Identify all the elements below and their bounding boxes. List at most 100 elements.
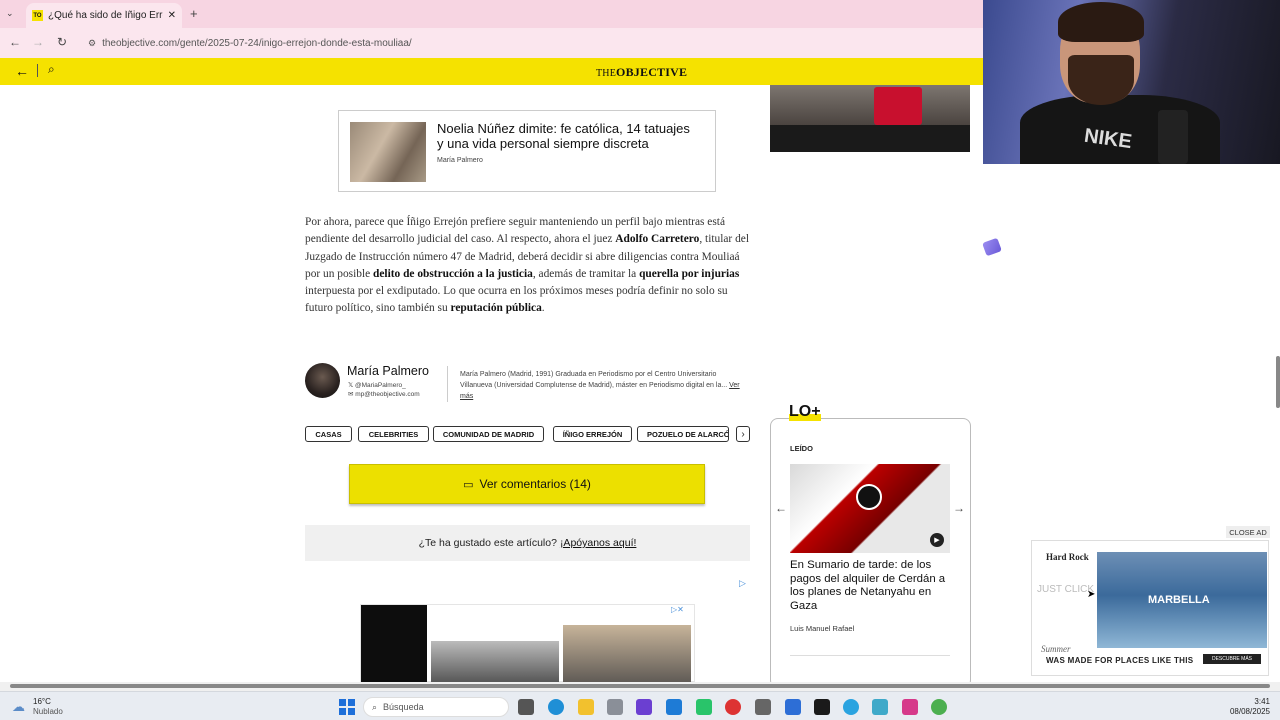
logo-main: OBJECTIVE: [616, 65, 688, 79]
back-icon[interactable]: ←: [6, 35, 24, 49]
tag-casas[interactable]: CASAS: [305, 426, 352, 442]
tab-list-icon[interactable]: ⌄: [6, 8, 14, 19]
taskbar-search-icon: ⌕: [372, 701, 378, 712]
carousel-prev-icon[interactable]: ←: [775, 501, 787, 515]
tag-pozuelo-de-alarcon[interactable]: POZUELO DE ALARCÓN: [637, 426, 729, 442]
capcut-icon[interactable]: [814, 699, 830, 715]
browser-tab[interactable]: TO ¿Qué ha sido de Íñigo Errejón d ✕: [26, 3, 182, 28]
video-ad-frame: [770, 85, 970, 125]
weather-cloud-icon[interactable]: ☁: [12, 699, 25, 715]
most-read-article-title[interactable]: En Sumario de tarde: de los pagos del al…: [790, 559, 950, 613]
adchoices-icon[interactable]: ▷: [739, 578, 746, 589]
author-name[interactable]: María Palmero: [347, 364, 429, 378]
video-ad-product: [874, 87, 922, 125]
ad-black-panel: [361, 605, 427, 683]
webcam-person-beard: [1068, 55, 1134, 105]
tab-close-icon[interactable]: ✕: [168, 10, 176, 21]
author-bio: María Palmero (Madrid, 1991) Graduada en…: [460, 369, 745, 402]
ad-close-icon[interactable]: ▷✕: [671, 605, 684, 614]
site-logo[interactable]: THEOBJECTIVE: [596, 65, 687, 80]
most-read-divider: [790, 655, 950, 656]
task-view-icon[interactable]: [518, 699, 534, 715]
edge-icon[interactable]: [548, 699, 564, 715]
side-ad-city: MARBELLA: [1148, 594, 1210, 606]
start-menu-icon[interactable]: [339, 699, 355, 715]
related-article-image[interactable]: [350, 122, 426, 182]
weather-description[interactable]: Nublado: [33, 707, 63, 716]
site-favicon-icon: TO: [32, 10, 43, 21]
site-info-icon[interactable]: ⚙: [88, 38, 96, 49]
file-explorer-icon[interactable]: [578, 699, 594, 715]
reload-icon[interactable]: ↻: [53, 35, 71, 49]
close-ad-button[interactable]: CLOSE AD: [1226, 526, 1270, 538]
new-tab-button[interactable]: +: [190, 6, 198, 21]
play-icon[interactable]: ▶: [930, 533, 944, 547]
tags-next-icon[interactable]: ›: [736, 426, 750, 442]
clock-date[interactable]: 08/08/2025: [1220, 707, 1270, 716]
support-banner: ¿Te ha gustado este artículo? ¡Apóyanos …: [305, 525, 750, 561]
tag-celebrities[interactable]: CELEBRITIES: [358, 426, 429, 442]
most-read-article-image[interactable]: ▶: [790, 464, 950, 553]
email-text: mp@theobjective.com: [355, 391, 420, 398]
author-avatar[interactable]: [305, 363, 340, 398]
comment-icon: ▭: [463, 478, 474, 491]
most-read-tab[interactable]: LEÍDO: [790, 444, 813, 453]
store-icon[interactable]: [666, 699, 682, 715]
url-text: theobjective.com/gente/2025-07-24/inigo-…: [102, 37, 412, 49]
telegram-icon[interactable]: [843, 699, 859, 715]
article-bold: reputación pública: [450, 302, 542, 315]
article-text: , además de tramitar la: [532, 267, 640, 280]
app-icon[interactable]: [872, 699, 888, 715]
address-bar[interactable]: ⚙ theobjective.com/gente/2025-07-24/inig…: [80, 33, 980, 53]
chrome-icon[interactable]: [725, 699, 741, 715]
tag-comunidad-de-madrid[interactable]: COMUNIDAD DE MADRID: [433, 426, 544, 442]
tab-title: ¿Qué ha sido de Íñigo Errejón d: [48, 10, 163, 21]
article-bold: Adolfo Carretero: [615, 233, 700, 246]
rtve-icon[interactable]: [785, 699, 801, 715]
view-comments-button[interactable]: ▭ Ver comentarios (14): [349, 464, 705, 504]
podcast-logo-icon: [856, 484, 882, 510]
support-question: ¿Te ha gustado este artículo?: [418, 537, 557, 549]
side-ad-cta[interactable]: DESCUBRE MÁS: [1203, 654, 1261, 664]
related-article-author: María Palmero: [437, 157, 483, 164]
weather-temperature[interactable]: 16°C: [33, 697, 51, 706]
tag-inigo-errejon[interactable]: ÍÑIGO ERREJÓN: [553, 426, 632, 442]
forward-icon[interactable]: →: [29, 35, 47, 49]
article-bold: querella por injurias: [639, 267, 740, 280]
most-read-box: [770, 418, 971, 688]
most-read-title: LO+: [789, 403, 821, 421]
site-back-icon[interactable]: ←: [15, 63, 29, 79]
taskbar-search[interactable]: ⌕ Búsqueda: [363, 697, 509, 717]
site-search-icon[interactable]: ⌕: [48, 62, 55, 77]
webcam-person-hair: [1058, 2, 1144, 42]
author-bio-text: María Palmero (Madrid, 1991) Graduada en…: [460, 371, 728, 389]
view-comments-label: Ver comentarios (14): [479, 477, 591, 491]
horizontal-scrollbar-thumb[interactable]: [10, 684, 1270, 688]
bottom-ad[interactable]: ▷✕: [360, 604, 695, 683]
header-divider: [37, 64, 38, 77]
app-icon[interactable]: [755, 699, 771, 715]
article-text: .: [541, 302, 545, 315]
author-x-handle[interactable]: 𝕏 @MariaPalmero_: [348, 381, 406, 389]
app-icon[interactable]: [636, 699, 652, 715]
browser-extension-icon[interactable]: [982, 237, 1002, 257]
chrome-active-icon[interactable]: [931, 699, 947, 715]
instagram-icon[interactable]: [902, 699, 918, 715]
related-article-card[interactable]: Noelia Núñez dimite: fe católica, 14 tat…: [338, 110, 716, 192]
side-ad-tagline: WAS MADE FOR PLACES LIKE THIS: [1046, 656, 1194, 665]
side-ad-brand: Hard Rock: [1046, 552, 1089, 562]
side-ad-summer: Summer: [1041, 644, 1071, 654]
app-icon[interactable]: [607, 699, 623, 715]
support-link[interactable]: ¡Apóyanos aquí!: [560, 537, 636, 549]
clock-time[interactable]: 3:41: [1248, 697, 1270, 706]
related-article-title[interactable]: Noelia Núñez dimite: fe católica, 14 tat…: [437, 121, 697, 151]
ad-motorbike-image: [563, 625, 691, 683]
side-ad-justclick: JUST CLICK: [1037, 584, 1095, 595]
app-icon[interactable]: [696, 699, 712, 715]
author-email[interactable]: ✉ mp@theobjective.com: [348, 390, 420, 398]
vertical-scrollbar[interactable]: [1276, 356, 1280, 408]
carousel-next-icon[interactable]: →: [953, 501, 965, 515]
x-handle-text: @MariaPalmero_: [355, 382, 406, 389]
x-icon: 𝕏: [348, 382, 356, 389]
author-divider: [447, 366, 448, 402]
